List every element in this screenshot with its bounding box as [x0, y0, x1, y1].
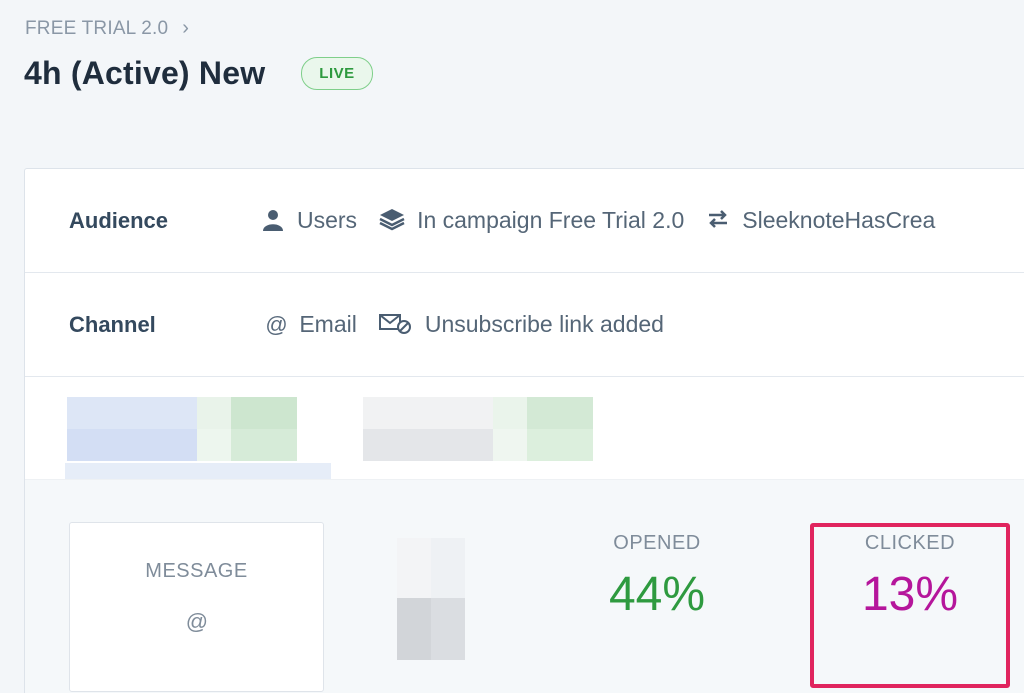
at-icon: @	[265, 311, 288, 337]
audience-label: Audience	[69, 207, 169, 233]
breadcrumb[interactable]: FREE TRIAL 2.0 ›	[25, 17, 189, 40]
unsubscribe-icon	[378, 311, 413, 339]
breadcrumb-label[interactable]: FREE TRIAL 2.0	[25, 18, 168, 40]
audience-item-label: SleeknoteHasCrea	[742, 207, 936, 233]
swap-arrows-icon	[706, 207, 730, 235]
opened-stat: OPENED 44%	[552, 532, 762, 622]
channel-item-label: Unsubscribe link added	[424, 311, 664, 337]
audience-item-event: SleeknoteHasCrea	[706, 207, 935, 235]
at-icon: @	[185, 609, 208, 634]
channel-item-label: Email	[299, 311, 357, 337]
audience-row: Audience Users In campaign Free Trial 2.…	[25, 169, 1024, 273]
audience-item-campaign: In campaign Free Trial 2.0	[379, 207, 684, 235]
audience-item-label: In campaign Free Trial 2.0	[417, 207, 685, 233]
clicked-stat: CLICKED 13%	[810, 532, 1010, 622]
opened-label: OPENED	[613, 532, 701, 554]
layers-icon	[379, 207, 405, 235]
page-title: 4h (Active) New	[24, 55, 266, 91]
chevron-right-icon: ›	[182, 17, 190, 39]
audience-item-users: Users	[261, 207, 357, 235]
channel-items: @ Email Unsubscribe link added	[265, 311, 664, 339]
pixelated-content	[363, 397, 593, 461]
channel-item-unsubscribe: Unsubscribe link added	[378, 311, 664, 339]
user-icon	[261, 207, 285, 235]
channel-item-email: @ Email	[265, 311, 357, 338]
message-tile[interactable]: MESSAGE @	[69, 522, 324, 692]
message-stat: MESSAGE @	[70, 560, 323, 635]
campaign-card: Audience Users In campaign Free Trial 2.…	[24, 168, 1024, 693]
clicked-label: CLICKED	[864, 532, 956, 554]
stats-section: MESSAGE @ OPENED 44% CLICKED 13%	[25, 479, 1024, 693]
audience-items: Users In campaign Free Trial 2.0 Sleekno…	[261, 207, 935, 235]
title-row: 4h (Active) New LIVE	[24, 55, 373, 92]
status-badge: LIVE	[301, 57, 373, 90]
message-label: MESSAGE	[145, 560, 248, 582]
channel-label: Channel	[69, 311, 156, 337]
channel-row: Channel @ Email Unsubscribe link added	[25, 273, 1024, 377]
audience-item-label: Users	[297, 207, 358, 233]
pixelated-content	[397, 538, 465, 660]
pixelated-content	[67, 397, 297, 461]
clicked-value: 13%	[861, 568, 959, 621]
opened-value: 44%	[608, 568, 706, 621]
